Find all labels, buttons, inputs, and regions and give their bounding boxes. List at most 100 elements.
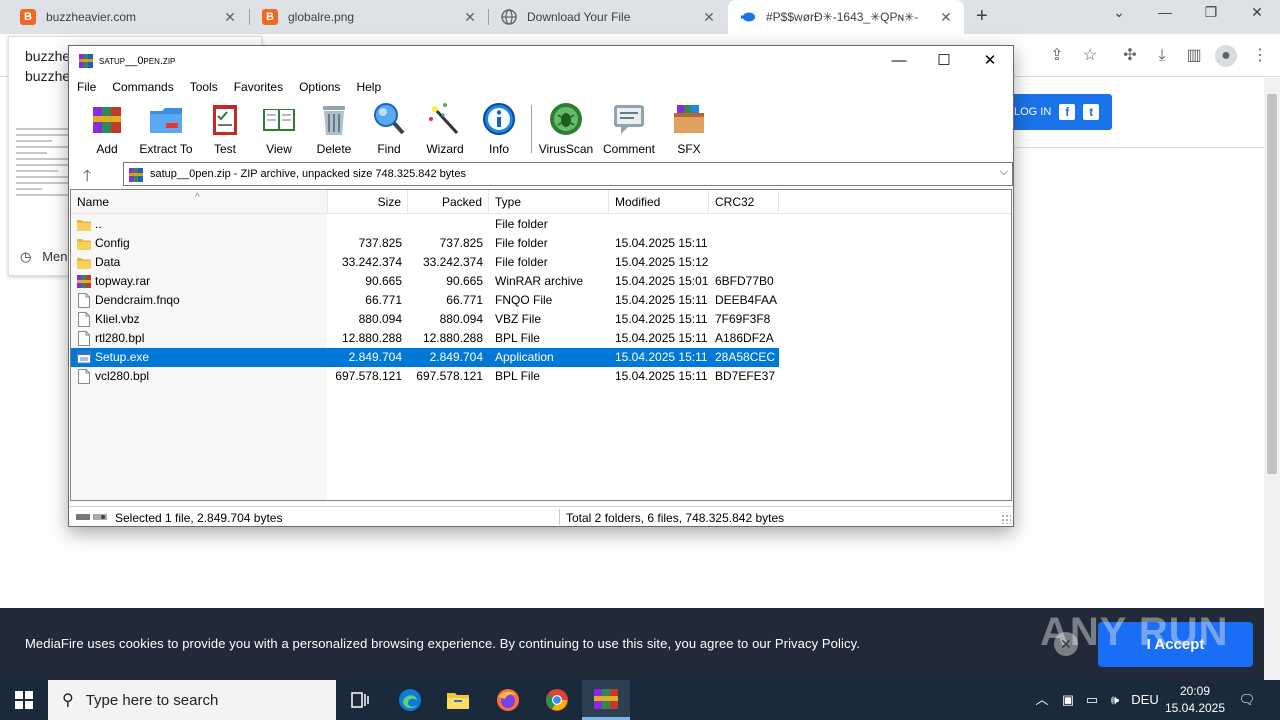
- new-tab-button[interactable]: +: [976, 5, 988, 28]
- test-button[interactable]: Test: [195, 99, 255, 156]
- twitter-icon[interactable]: t: [1083, 104, 1100, 120]
- comment-button[interactable]: Comment: [599, 99, 659, 156]
- taskbar-search[interactable]: ⚲ Type here to search: [48, 680, 336, 720]
- up-arrow-icon[interactable]: 🡑: [83, 165, 91, 192]
- tray-device-icon[interactable]: ▣: [1058, 680, 1078, 720]
- extensions-puzzle-icon[interactable]: ✣: [1119, 45, 1141, 67]
- table-row[interactable]: Data 33.242.374 33.242.374 File folder 15.04…: [71, 253, 779, 272]
- table-row[interactable]: vcl280.bpl 697.578.121 697.578.121 BPL File…: [71, 367, 779, 386]
- blogger-favicon-icon: B: [20, 9, 36, 25]
- tab-title: buzzheavier.com: [46, 10, 137, 24]
- menu-commands[interactable]: Commands: [112, 77, 173, 97]
- close-icon[interactable]: ✕: [1054, 632, 1078, 656]
- taskbar-edge[interactable]: [386, 680, 434, 720]
- virusscan-button[interactable]: VirusScan: [535, 99, 597, 156]
- browser-restore-button[interactable]: ❐: [1198, 4, 1224, 21]
- file-type: FNQO File: [495, 293, 553, 307]
- file-name: topway.rar: [95, 274, 151, 288]
- info-icon: [483, 103, 515, 135]
- table-row[interactable]: Dendcraim.fnqo 66.771 66.771 FNQO File 15.04…: [71, 291, 779, 310]
- task-view-button[interactable]: [336, 680, 384, 720]
- table-row[interactable]: .. File folder: [71, 215, 779, 234]
- delete-button[interactable]: Delete: [304, 99, 364, 156]
- file-size: 33.242.374: [341, 255, 402, 269]
- share-icon[interactable]: ⇪: [1046, 45, 1068, 67]
- table-row[interactable]: Config 737.825 737.825 File folder 15.04.202…: [71, 234, 779, 253]
- minimize-button[interactable]: —: [884, 50, 914, 72]
- file-crc32: 7F69F3F8: [715, 312, 771, 326]
- file-name: rtl280.bpl: [95, 331, 145, 345]
- add-button[interactable]: Add: [77, 99, 137, 156]
- file-modified: 15.04.2025 15:11: [615, 293, 708, 307]
- taskbar-firefox[interactable]: [484, 680, 532, 720]
- tray-chevron-icon[interactable]: ︿: [1032, 680, 1052, 720]
- login-button[interactable]: LOG IN f t: [1000, 94, 1112, 130]
- column-packed[interactable]: Packed: [408, 190, 489, 214]
- menu-help[interactable]: Help: [356, 77, 381, 97]
- table-row[interactable]: rtl280.bpl 12.880.288 12.880.288 BPL File 15…: [71, 329, 779, 348]
- close-button[interactable]: ✕: [975, 50, 1005, 72]
- table-row[interactable]: topway.rar 90.665 90.665 WinRAR archive 15.0…: [71, 272, 779, 291]
- view-button[interactable]: View: [249, 99, 309, 156]
- taskbar-winrar[interactable]: [582, 680, 630, 720]
- profile-avatar-icon[interactable]: ●: [1215, 45, 1237, 67]
- sfx-button[interactable]: SFX: [659, 99, 719, 156]
- browser-minimize-button[interactable]: —: [1152, 4, 1178, 20]
- find-button[interactable]: Find: [359, 99, 419, 156]
- page-menu-item[interactable]: ◷ Men: [20, 249, 67, 265]
- file-crc32: [715, 234, 779, 253]
- folder-icon: [447, 693, 469, 709]
- menu-favorites[interactable]: Favorites: [234, 77, 283, 97]
- file-crc32: [715, 253, 779, 272]
- taskbar-clock[interactable]: 20:09 15.04.2025: [1162, 683, 1228, 717]
- table-row-selected[interactable]: Setup.exe 2.849.704 2.849.704 Application 15…: [71, 348, 779, 367]
- facebook-icon[interactable]: f: [1059, 104, 1076, 120]
- browser-tab-buzzheavier[interactable]: B buzzheavier.com ✕: [8, 0, 248, 34]
- column-size[interactable]: Size: [328, 190, 408, 214]
- notifications-icon[interactable]: 🗨: [1236, 680, 1258, 720]
- tab-close-icon[interactable]: ✕: [462, 9, 478, 26]
- wizard-button[interactable]: Wizard: [415, 99, 475, 156]
- menu-file[interactable]: File: [77, 77, 96, 97]
- tab-close-icon[interactable]: ✕: [938, 9, 954, 26]
- winrar-titlebar: satup__0pen.zip — ☐ ✕: [69, 46, 1013, 76]
- column-name[interactable]: Name ^: [71, 190, 328, 214]
- taskbar-explorer[interactable]: [434, 680, 482, 720]
- menu-tools[interactable]: Tools: [190, 77, 218, 97]
- taskbar-chrome[interactable]: [533, 680, 581, 720]
- menu-options[interactable]: Options: [299, 77, 340, 97]
- page-scrollbar[interactable]: [1264, 78, 1280, 680]
- browser-tab-download[interactable]: Download Your File ✕: [489, 0, 727, 34]
- table-row[interactable]: Kliel.vbz 880.094 880.094 VBZ File 15.04.202…: [71, 310, 779, 329]
- file-list-header: Name ^ Size Packed Type Modified CRC32: [71, 190, 1011, 214]
- network-icon[interactable]: ▭: [1082, 680, 1102, 720]
- info-button[interactable]: Info: [469, 99, 529, 156]
- browser-tab-globalre[interactable]: B globalre.png ✕: [250, 0, 488, 34]
- scrollbar-thumb[interactable]: [1267, 94, 1277, 474]
- side-panel-icon[interactable]: ▥: [1183, 45, 1205, 67]
- file-type: File folder: [495, 217, 548, 231]
- column-crc32[interactable]: CRC32: [709, 190, 779, 214]
- tab-close-icon[interactable]: ✕: [701, 9, 717, 26]
- browser-menu-icon[interactable]: ⋮: [1249, 45, 1271, 67]
- download-icon[interactable]: ⤓: [1151, 45, 1173, 67]
- browser-close-button[interactable]: ✕: [1244, 4, 1270, 21]
- file-type: File folder: [495, 255, 548, 269]
- bookmark-star-icon[interactable]: ☆: [1079, 45, 1101, 67]
- address-bar[interactable]: satup__0pen.zip - ZIP archive, unpacked …: [123, 162, 1013, 186]
- file-crc32: [715, 215, 779, 234]
- column-modified[interactable]: Modified: [609, 190, 709, 214]
- extract-to-button[interactable]: Extract To: [135, 99, 197, 156]
- file-type: WinRAR archive: [495, 274, 584, 288]
- column-type[interactable]: Type: [489, 190, 609, 214]
- maximize-button[interactable]: ☐: [929, 50, 959, 72]
- start-button[interactable]: [0, 680, 48, 720]
- browser-tab-mediafire[interactable]: #P$$wørÐ✳-1643_✳QPɴ✳- ✕: [728, 0, 964, 34]
- chevron-down-icon[interactable]: ⌵: [1000, 166, 1008, 179]
- tab-close-icon[interactable]: ✕: [222, 9, 238, 26]
- volume-icon[interactable]: 🕪: [1104, 680, 1126, 720]
- tab-search-chevron-icon[interactable]: ⌄: [1106, 4, 1132, 21]
- language-indicator[interactable]: DEU: [1128, 680, 1162, 720]
- resize-grip[interactable]: [1001, 514, 1011, 524]
- status-divider: [559, 509, 560, 525]
